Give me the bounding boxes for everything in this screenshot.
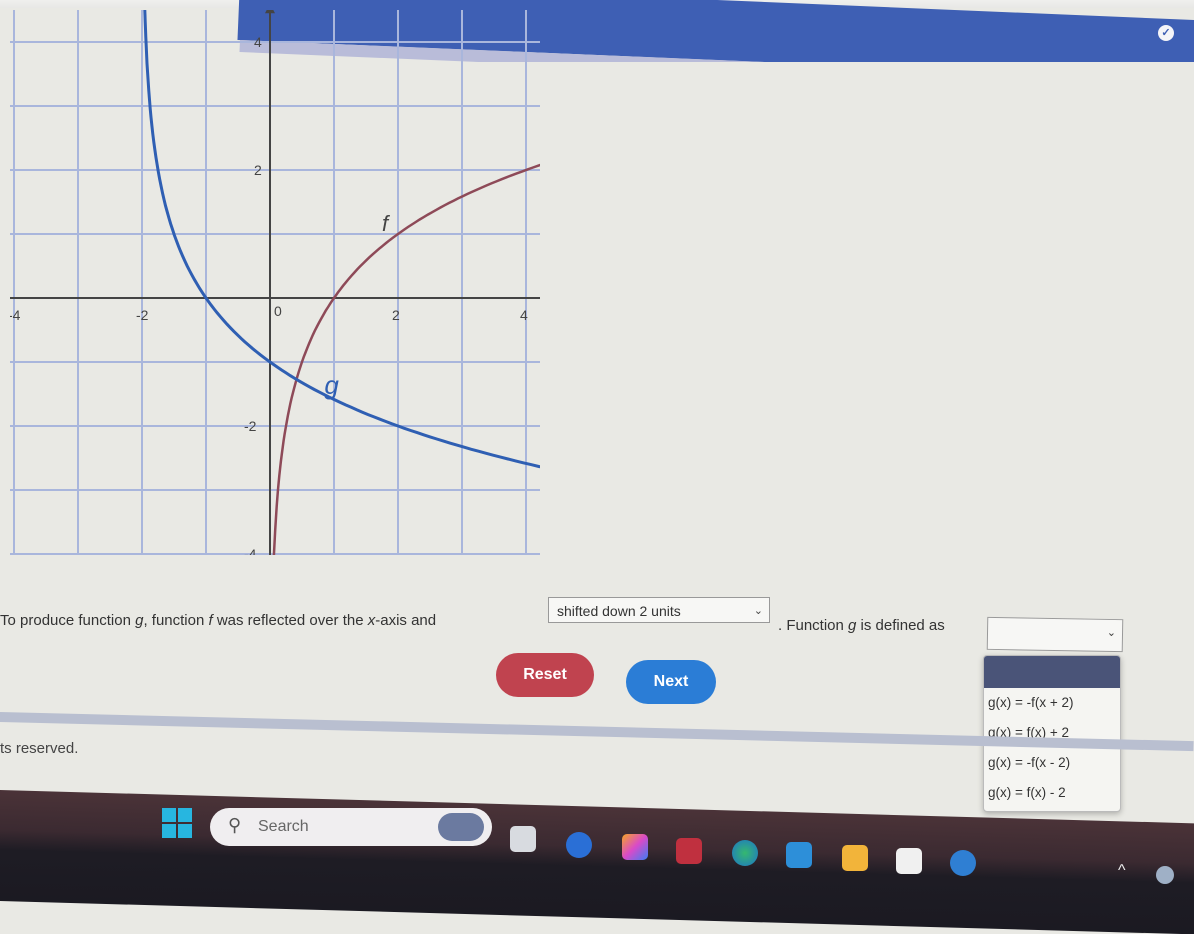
reset-button[interactable]: Reset — [496, 653, 594, 697]
onedrive-icon[interactable] — [1156, 866, 1174, 884]
dropdown-option[interactable]: g(x) = -f(x - 2) — [984, 748, 1120, 778]
chevron-up-icon[interactable]: ^ — [1118, 862, 1126, 880]
meet-icon[interactable] — [566, 832, 592, 858]
search-highlight-icon — [438, 813, 484, 841]
y-axis-arrow — [265, 10, 275, 14]
check-circle-icon[interactable]: ✓ — [1158, 25, 1174, 41]
y-tick-label: 2 — [254, 162, 262, 178]
select-value: shifted down 2 units — [557, 603, 681, 619]
chevron-down-icon: ⌄ — [753, 605, 763, 617]
graph: xy-4-22442-2-40fg — [10, 10, 540, 555]
search-placeholder: Search — [258, 818, 309, 835]
series-g-label: g — [324, 370, 339, 400]
x-tick-label: -2 — [136, 307, 149, 323]
taskbar-search[interactable]: ⚲ Search — [210, 808, 492, 846]
task-view-icon[interactable] — [510, 826, 536, 852]
x-tick-label: 4 — [520, 307, 528, 323]
dropdown-option[interactable]: g(x) = f(x) - 2 — [984, 778, 1120, 808]
question-part: -axis and — [375, 612, 437, 629]
y-tick-label: -2 — [244, 418, 257, 434]
question-text-2: . Function g is defined as — [778, 617, 945, 634]
search-icon: ⚲ — [228, 815, 242, 835]
windows-start-icon[interactable] — [162, 808, 192, 838]
x-tick-label: 2 — [392, 307, 400, 323]
origin-label: 0 — [274, 303, 282, 319]
question-text: To produce function g, function f was re… — [0, 612, 436, 629]
store-icon[interactable] — [896, 848, 922, 874]
app-icon[interactable] — [786, 842, 812, 868]
next-button[interactable]: Next — [626, 660, 716, 704]
series-g-line — [143, 10, 540, 469]
function-definition-select[interactable]: ⌄ — [986, 616, 1124, 653]
copilot-icon[interactable] — [622, 834, 648, 860]
series-f-line — [272, 163, 540, 555]
question-part: , function — [143, 612, 209, 629]
question-part: was reflected over the — [212, 612, 368, 629]
y-tick-label: -4 — [244, 546, 257, 555]
x-tick-label: -4 — [10, 307, 21, 323]
question-part: . Function — [778, 617, 849, 634]
question-part: is defined as — [856, 617, 945, 634]
question-part: To produce function — [0, 612, 136, 629]
mcafee-icon[interactable] — [676, 838, 702, 864]
y-tick-label: 4 — [254, 34, 262, 50]
transformation-select[interactable]: shifted down 2 units ⌄ — [548, 597, 770, 623]
copyright-text: ts reserved. — [0, 740, 79, 757]
dropdown-highlighted-blank-option[interactable] — [984, 656, 1120, 688]
edge-icon[interactable] — [732, 840, 758, 866]
series-f-label: f — [382, 211, 391, 236]
file-explorer-icon[interactable] — [842, 845, 868, 871]
function-options-dropdown[interactable]: g(x) = -f(x + 2) g(x) = f(x) + 2 g(x) = … — [983, 655, 1121, 812]
dropdown-option[interactable]: g(x) = -f(x + 2) — [984, 688, 1120, 718]
help-icon[interactable] — [950, 850, 976, 876]
chevron-down-icon: ⌄ — [1106, 626, 1117, 640]
